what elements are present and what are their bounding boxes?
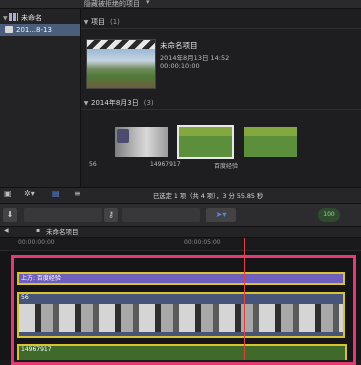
keyword-icon[interactable]: ⚷ xyxy=(104,208,118,222)
import-button[interactable]: ⬇ xyxy=(3,208,17,222)
ruler-tick: 00:00:05:00 xyxy=(184,239,221,246)
library-label: 未命名 xyxy=(21,14,42,22)
clip-label: 百度经验 xyxy=(214,163,239,170)
selection-highlight xyxy=(11,255,356,365)
project-icon: ▪ xyxy=(36,227,41,234)
library-item-event[interactable]: 201...8-13 xyxy=(0,24,80,36)
library-sidebar: ▼ 未命名 201...8-13 xyxy=(0,9,81,190)
chevron-down-icon[interactable]: ▾ xyxy=(146,0,150,6)
clip-thumbnail-selected[interactable] xyxy=(177,125,234,159)
selection-info: 已选定 1 项（共 4 项），3 分 55.85 秒 xyxy=(153,193,264,200)
event-browser: ▼ 项目 (1) 未命名项目 2014年8月13日 14:52 00:00:10:0… xyxy=(81,9,361,190)
edit-toolbar: ⬇ ⚷ ➤▾ 100 xyxy=(0,204,361,227)
list-view-icon[interactable]: ≡ xyxy=(74,189,81,198)
clapperboard-icon xyxy=(87,40,155,49)
event-section-header[interactable]: ▼ 2014年8月3日 (3) xyxy=(81,97,361,110)
playhead[interactable] xyxy=(244,238,245,360)
effects-buttons-group[interactable] xyxy=(122,208,200,222)
project-thumbnail[interactable] xyxy=(86,39,156,89)
edit-buttons-group[interactable] xyxy=(24,208,102,222)
projects-section-header[interactable]: ▼ 项目 (1) xyxy=(81,16,361,29)
section-title: 项目 xyxy=(91,18,105,26)
library-icon xyxy=(9,13,18,21)
project-date: 2014年8月13日 14:52 xyxy=(160,54,230,62)
sidebar-toggle-icon[interactable]: ▣ xyxy=(4,189,12,198)
timeline-project-name: 未命名项目 xyxy=(46,228,79,236)
top-toolbar xyxy=(0,0,361,9)
clip-label: 56 xyxy=(89,161,97,168)
back-icon[interactable]: ◀ xyxy=(4,227,9,234)
disclosure-triangle-icon[interactable]: ▼ xyxy=(81,98,91,110)
library-item-root[interactable]: ▼ 未命名 xyxy=(0,12,80,24)
audio-meter: 100 xyxy=(318,208,340,222)
ruler-tick: 00:00:00:00 xyxy=(18,239,55,246)
project-duration: 00:00:10:00 xyxy=(160,62,200,70)
timeline-ruler[interactable]: 00:00:00:00 00:00:05:00 xyxy=(0,238,361,251)
filmstrip-view-icon[interactable]: ▤ xyxy=(52,189,60,198)
disclosure-triangle-icon[interactable]: ▼ xyxy=(81,17,91,29)
clip-label: 14967917 xyxy=(150,161,181,168)
section-title: 2014年8月3日 xyxy=(91,99,139,107)
project-title[interactable]: 未命名项目 xyxy=(160,40,198,51)
gear-icon[interactable]: ✲▾ xyxy=(24,189,35,198)
project-preview-image xyxy=(87,49,155,88)
section-count: (3) xyxy=(143,99,154,107)
filter-dropdown[interactable]: 隐藏被拒绝的项目 xyxy=(84,0,140,9)
event-icon xyxy=(5,26,13,33)
select-tool-icon[interactable]: ➤▾ xyxy=(206,208,236,222)
clip-thumbnail[interactable] xyxy=(115,127,168,157)
event-label: 201...8-13 xyxy=(16,26,52,34)
clip-thumbnail[interactable] xyxy=(244,127,297,157)
section-count: (1) xyxy=(110,18,120,26)
